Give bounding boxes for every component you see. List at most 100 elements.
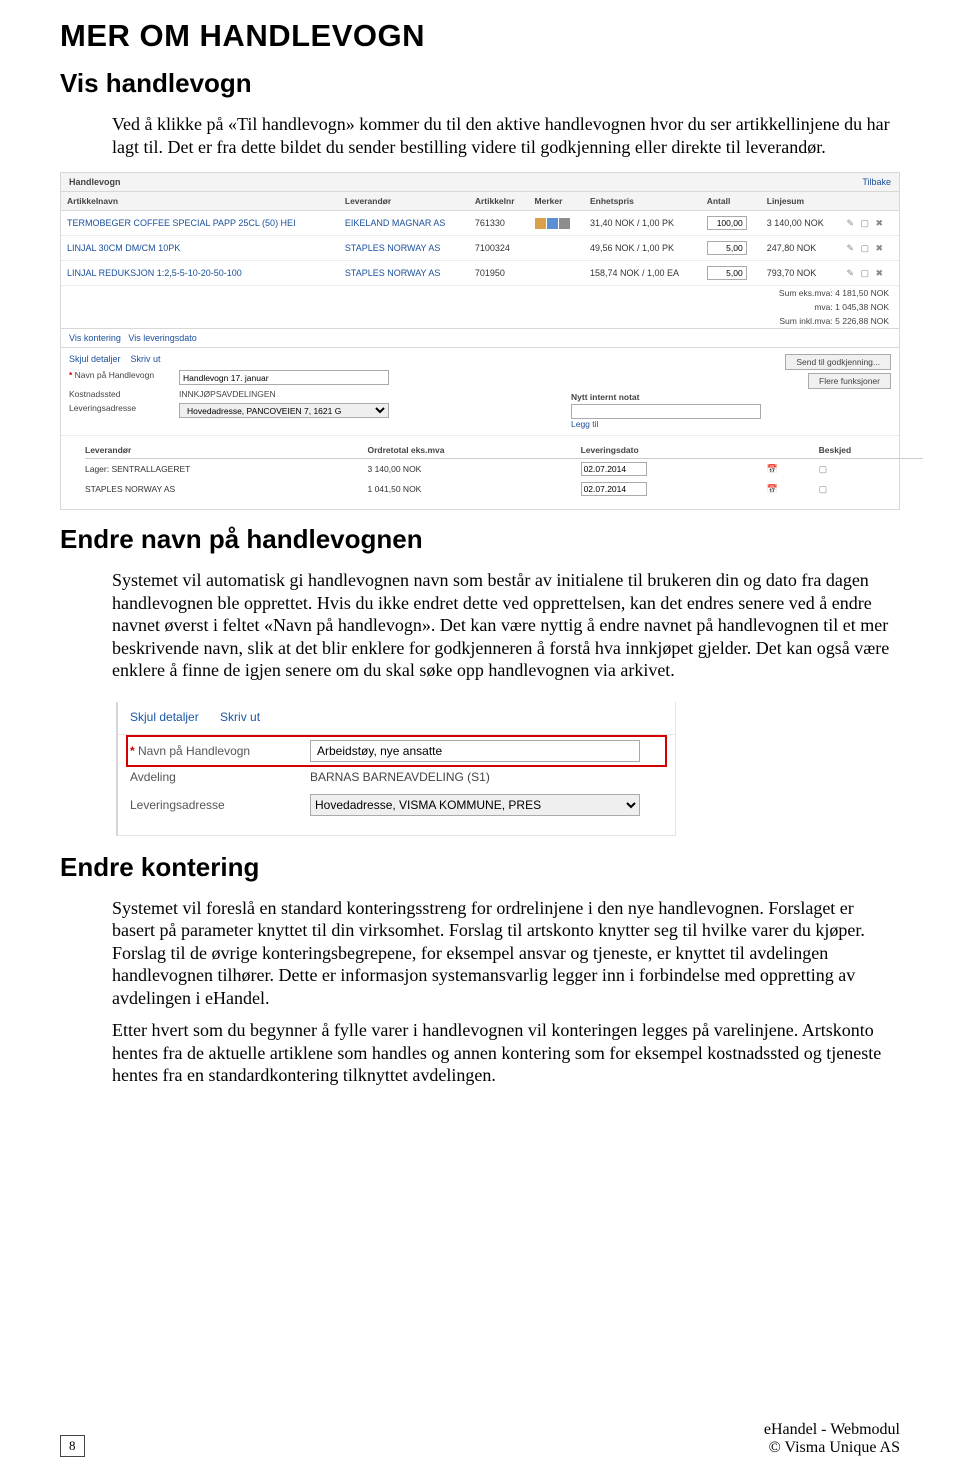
link-skriv-ut[interactable]: Skriv ut — [131, 354, 161, 364]
product-link[interactable]: TERMOBEGER COFFEE SPECIAL PAPP 25CL (50)… — [61, 211, 339, 236]
section-vis-handlevogn: Vis handlevogn — [60, 68, 900, 99]
col-ordretotal: Ordretotal eks.mva — [367, 442, 580, 459]
send-til-godkjenning-button[interactable]: Send til godkjenning... — [785, 354, 891, 370]
cell-linesum: 793,70 NOK — [761, 261, 841, 286]
paragraph-vis: Ved å klikke på «Til handlevogn» kommer … — [112, 113, 900, 158]
cell-articleno: 7100324 — [469, 236, 529, 261]
table-row: LINJAL REDUKSJON 1:2,5-5-10-20-50-100 ST… — [61, 261, 899, 286]
link-skjul-detaljer[interactable]: Skjul detaljer — [69, 354, 121, 364]
link-skjul-detaljer[interactable]: Skjul detaljer — [130, 710, 199, 724]
link-legg-til[interactable]: Legg til — [571, 419, 598, 429]
page-footer: 8 eHandel - Webmodul © Visma Unique AS — [0, 1421, 960, 1457]
cell-linesum: 247,80 NOK — [761, 236, 841, 261]
table-row: TERMOBEGER COFFEE SPECIAL PAPP 25CL (50)… — [61, 211, 899, 236]
tag-icon — [535, 218, 546, 229]
supplier-link[interactable]: STAPLES NORWAY AS — [339, 261, 469, 286]
col-artikkelnavn: Artikkelnavn — [61, 192, 339, 211]
label-kostnadssted: Kostnadssted — [69, 389, 179, 399]
cell-merker — [529, 236, 584, 261]
screenshot-cart: Handlevogn Tilbake Artikkelnavn Leverand… — [60, 172, 900, 510]
paragraph-endre-navn: Systemet vil automatisk gi handlevognen … — [112, 569, 900, 682]
footer-copyright: © Visma Unique AS — [764, 1439, 900, 1457]
calendar-icon[interactable]: 📅 — [767, 464, 778, 474]
table-row: Lager: SENTRALLAGERET 3 140,00 NOK 📅 ▢ — [85, 459, 923, 480]
supplier-link[interactable]: EIKELAND MAGNAR AS — [339, 211, 469, 236]
footer-product: eHandel - Webmodul — [764, 1421, 900, 1439]
value-kostnadssted: INNKJØPSAVDELINGEN — [179, 389, 409, 399]
col-linjesum: Linjesum — [761, 192, 841, 211]
cell-linesum: 3 140,00 NOK — [761, 211, 841, 236]
note-icon[interactable]: ▢ — [819, 464, 828, 474]
col-antall: Antall — [701, 192, 761, 211]
cart-details: Navn på Handlevogn Kostnadssted INNKJØPS… — [69, 370, 409, 418]
input-leveringsdato[interactable] — [581, 462, 647, 476]
row-navn-highlighted: Navn på Handlevogn — [128, 737, 665, 765]
table-row: LINJAL 30CM DM/CM 10PK STAPLES NORWAY AS… — [61, 236, 899, 261]
link-vis-leveringsdato[interactable]: Vis leveringsdato — [128, 333, 196, 343]
cell-ordertotal: 1 041,50 NOK — [367, 479, 580, 499]
cell-supplier: STAPLES NORWAY AS — [85, 479, 367, 499]
cell-supplier: Lager: SENTRALLAGERET — [85, 459, 367, 480]
tag-icon — [547, 218, 558, 229]
label-nytt-internt-notat: Nytt internt notat — [571, 392, 891, 402]
page-number: 8 — [60, 1435, 85, 1457]
cell-unitprice: 49,56 NOK / 1,00 PK — [584, 236, 701, 261]
section-endre-navn: Endre navn på handlevognen — [60, 524, 900, 555]
col-merker: Merker — [529, 192, 584, 211]
col-leverandor: Leverandør — [339, 192, 469, 211]
cart-table: Artikkelnavn Leverandør Artikkelnr Merke… — [61, 192, 899, 328]
supplier-link[interactable]: STAPLES NORWAY AS — [339, 236, 469, 261]
calendar-icon[interactable]: 📅 — [767, 484, 778, 494]
link-skriv-ut[interactable]: Skriv ut — [220, 710, 260, 724]
qty-input[interactable] — [707, 216, 747, 230]
screenshot-edit-name: Skjul detaljer Skriv ut Navn på Handlevo… — [116, 702, 676, 836]
cell-unitprice: 158,74 NOK / 1,00 EA — [584, 261, 701, 286]
label-leveringsadresse: Leveringsadresse — [130, 798, 310, 812]
cell-merker — [529, 211, 584, 236]
cell-unitprice: 31,40 NOK / 1,00 PK — [584, 211, 701, 236]
cell-merker — [529, 261, 584, 286]
cart-title: Handlevogn — [69, 177, 121, 187]
row-leveringsadresse: Leveringsadresse Hovedadresse, VISMA KOM… — [128, 789, 665, 821]
qty-input[interactable] — [707, 241, 747, 255]
input-cart-name[interactable] — [179, 370, 389, 385]
col-enhetspris: Enhetspris — [584, 192, 701, 211]
label-avdeling: Avdeling — [130, 770, 310, 784]
row-actions[interactable]: ✎ ▢ ✖ — [841, 236, 900, 261]
qty-input[interactable] — [707, 266, 747, 280]
tag-icon — [559, 218, 570, 229]
select-leveringsadresse[interactable]: Hovedadresse, PANCOVEIEN 7, 1621 G — [179, 403, 389, 418]
sum-eksmva: Sum eks.mva: 4 181,50 NOK — [61, 286, 899, 301]
label-navn-pa-handlevogn: Navn på Handlevogn — [69, 370, 179, 385]
value-avdeling: BARNAS BARNEAVDELING (S1) — [310, 770, 663, 784]
col-beskjed: Beskjed — [819, 442, 923, 459]
row-actions[interactable]: ✎ ▢ ✖ — [841, 211, 900, 236]
paragraph-kontering-1: Systemet vil foreslå en standard konteri… — [112, 897, 900, 1010]
paragraph-kontering-2: Etter hvert som du begynner å fylle vare… — [112, 1019, 900, 1087]
product-link[interactable]: LINJAL REDUKSJON 1:2,5-5-10-20-50-100 — [61, 261, 339, 286]
table-row: STAPLES NORWAY AS 1 041,50 NOK 📅 ▢ — [85, 479, 923, 499]
input-leveringsdato[interactable] — [581, 482, 647, 496]
section-endre-kontering: Endre kontering — [60, 852, 900, 883]
cell-ordertotal: 3 140,00 NOK — [367, 459, 580, 480]
orders-table: Leverandør Ordretotal eks.mva Leveringsd… — [85, 442, 923, 499]
row-actions[interactable]: ✎ ▢ ✖ — [841, 261, 900, 286]
flere-funksjoner-button[interactable]: Flere funksjoner — [808, 373, 891, 389]
back-link[interactable]: Tilbake — [862, 177, 891, 187]
sum-mva: mva: 1 045,38 NOK — [61, 300, 899, 314]
cell-articleno: 701950 — [469, 261, 529, 286]
link-vis-kontering[interactable]: Vis kontering — [69, 333, 121, 343]
input-cart-name[interactable] — [310, 740, 640, 762]
input-internt-notat[interactable] — [571, 404, 761, 419]
sum-inklmva: Sum inkl.mva: 5 226,88 NOK — [61, 314, 899, 328]
product-link[interactable]: LINJAL 30CM DM/CM 10PK — [61, 236, 339, 261]
note-icon[interactable]: ▢ — [819, 484, 828, 494]
row-avdeling: Avdeling BARNAS BARNEAVDELING (S1) — [128, 765, 665, 789]
cell-articleno: 761330 — [469, 211, 529, 236]
page-title: MER OM HANDLEVOGN — [60, 18, 900, 54]
select-leveringsadresse[interactable]: Hovedadresse, VISMA KOMMUNE, PRES — [310, 794, 640, 816]
label-navn-pa-handlevogn: Navn på Handlevogn — [130, 744, 310, 758]
col-artikkelnr: Artikkelnr — [469, 192, 529, 211]
label-leveringsadresse: Leveringsadresse — [69, 403, 179, 418]
col-leveringsdato: Leveringsdato — [581, 442, 767, 459]
